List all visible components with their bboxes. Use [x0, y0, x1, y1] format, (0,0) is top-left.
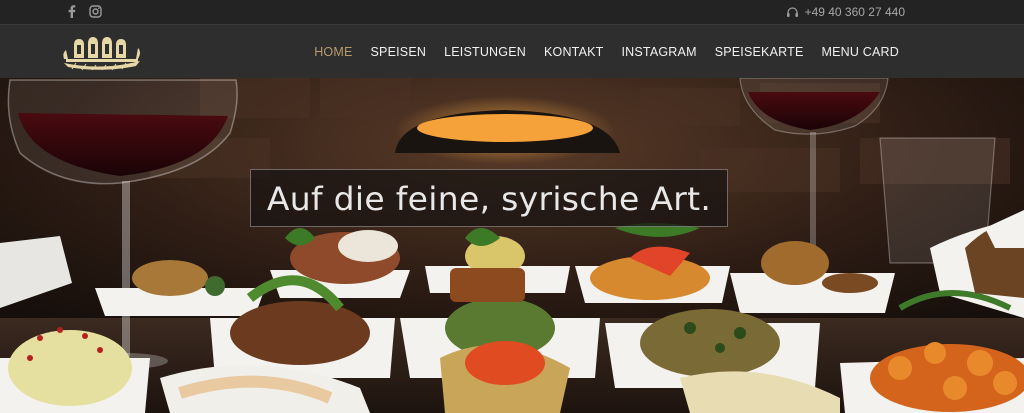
- phone-contact[interactable]: +49 40 360 27 440: [786, 5, 905, 19]
- main-navbar: HOME SPEISEN LEISTUNGEN KONTAKT INSTAGRA…: [0, 24, 1024, 78]
- hero-banner: Auf die feine, syrische Art.: [0, 78, 1024, 413]
- headset-icon: [786, 6, 799, 19]
- nav-instagram[interactable]: INSTAGRAM: [613, 25, 706, 79]
- nav-leistungen[interactable]: LEISTUNGEN: [435, 25, 535, 79]
- hero-food-image: [0, 78, 1024, 413]
- nav-speisekarte[interactable]: SPEISEKARTE: [706, 25, 813, 79]
- hero-tagline: Auf die feine, syrische Art.: [266, 178, 712, 218]
- nav-home[interactable]: HOME: [305, 25, 361, 79]
- nav-kontakt[interactable]: KONTAKT: [535, 25, 613, 79]
- tagline-box: Auf die feine, syrische Art.: [250, 169, 728, 227]
- social-links: [64, 4, 102, 18]
- top-bar: +49 40 360 27 440: [0, 0, 1024, 24]
- instagram-icon[interactable]: [88, 4, 102, 18]
- phone-number: +49 40 360 27 440: [804, 5, 905, 19]
- nav-speisen[interactable]: SPEISEN: [362, 25, 436, 79]
- facebook-icon[interactable]: [64, 4, 78, 18]
- nav-menu-card[interactable]: MENU CARD: [813, 25, 909, 79]
- main-menu: HOME SPEISEN LEISTUNGEN KONTAKT INSTAGRA…: [305, 25, 908, 79]
- ship-logo-icon[interactable]: [62, 33, 142, 71]
